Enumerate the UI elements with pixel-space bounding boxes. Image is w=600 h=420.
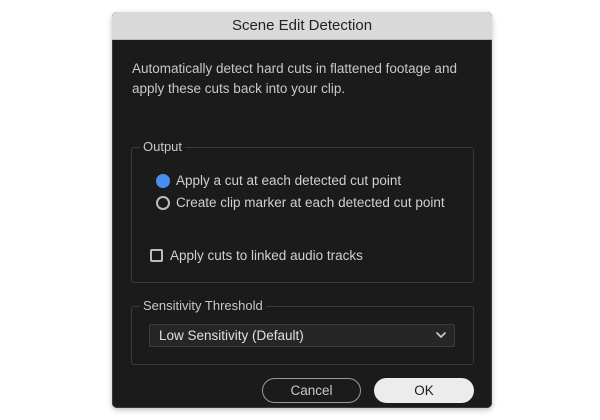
- sensitivity-select-value: Low Sensitivity (Default): [159, 328, 304, 343]
- radio-apply-cut[interactable]: Apply a cut at each detected cut point: [156, 173, 401, 188]
- checkbox-linked-audio[interactable]: Apply cuts to linked audio tracks: [150, 248, 363, 263]
- radio-create-marker[interactable]: Create clip marker at each detected cut …: [156, 195, 445, 210]
- chevron-down-icon: [436, 332, 446, 338]
- ok-button-label: OK: [414, 383, 434, 398]
- output-group-label: Output: [140, 139, 186, 155]
- output-group: Output Apply a cut at each detected cut …: [131, 139, 474, 283]
- radio-selected-icon: [156, 173, 170, 188]
- sensitivity-group-label: Sensitivity Threshold: [140, 298, 266, 314]
- sensitivity-select[interactable]: Low Sensitivity (Default): [149, 324, 455, 347]
- cancel-button-label: Cancel: [290, 383, 333, 398]
- cancel-button[interactable]: Cancel: [262, 378, 361, 403]
- ok-button[interactable]: OK: [374, 378, 474, 403]
- radio-create-marker-label: Create clip marker at each detected cut …: [176, 195, 445, 210]
- radio-apply-cut-label: Apply a cut at each detected cut point: [176, 173, 402, 188]
- sensitivity-group: Sensitivity Threshold Low Sensitivity (D…: [131, 298, 474, 365]
- checkbox-linked-audio-label: Apply cuts to linked audio tracks: [170, 248, 363, 263]
- checkbox-unchecked-icon: [150, 249, 163, 262]
- radio-unselected-icon: [156, 195, 170, 210]
- dialog-title: Scene Edit Detection: [231, 17, 373, 34]
- dialog-titlebar[interactable]: Scene Edit Detection: [112, 12, 492, 40]
- dialog-description: Automatically detect hard cuts in flatte…: [132, 61, 457, 96]
- scene-edit-detection-dialog: Scene Edit Detection Automatically detec…: [112, 12, 492, 408]
